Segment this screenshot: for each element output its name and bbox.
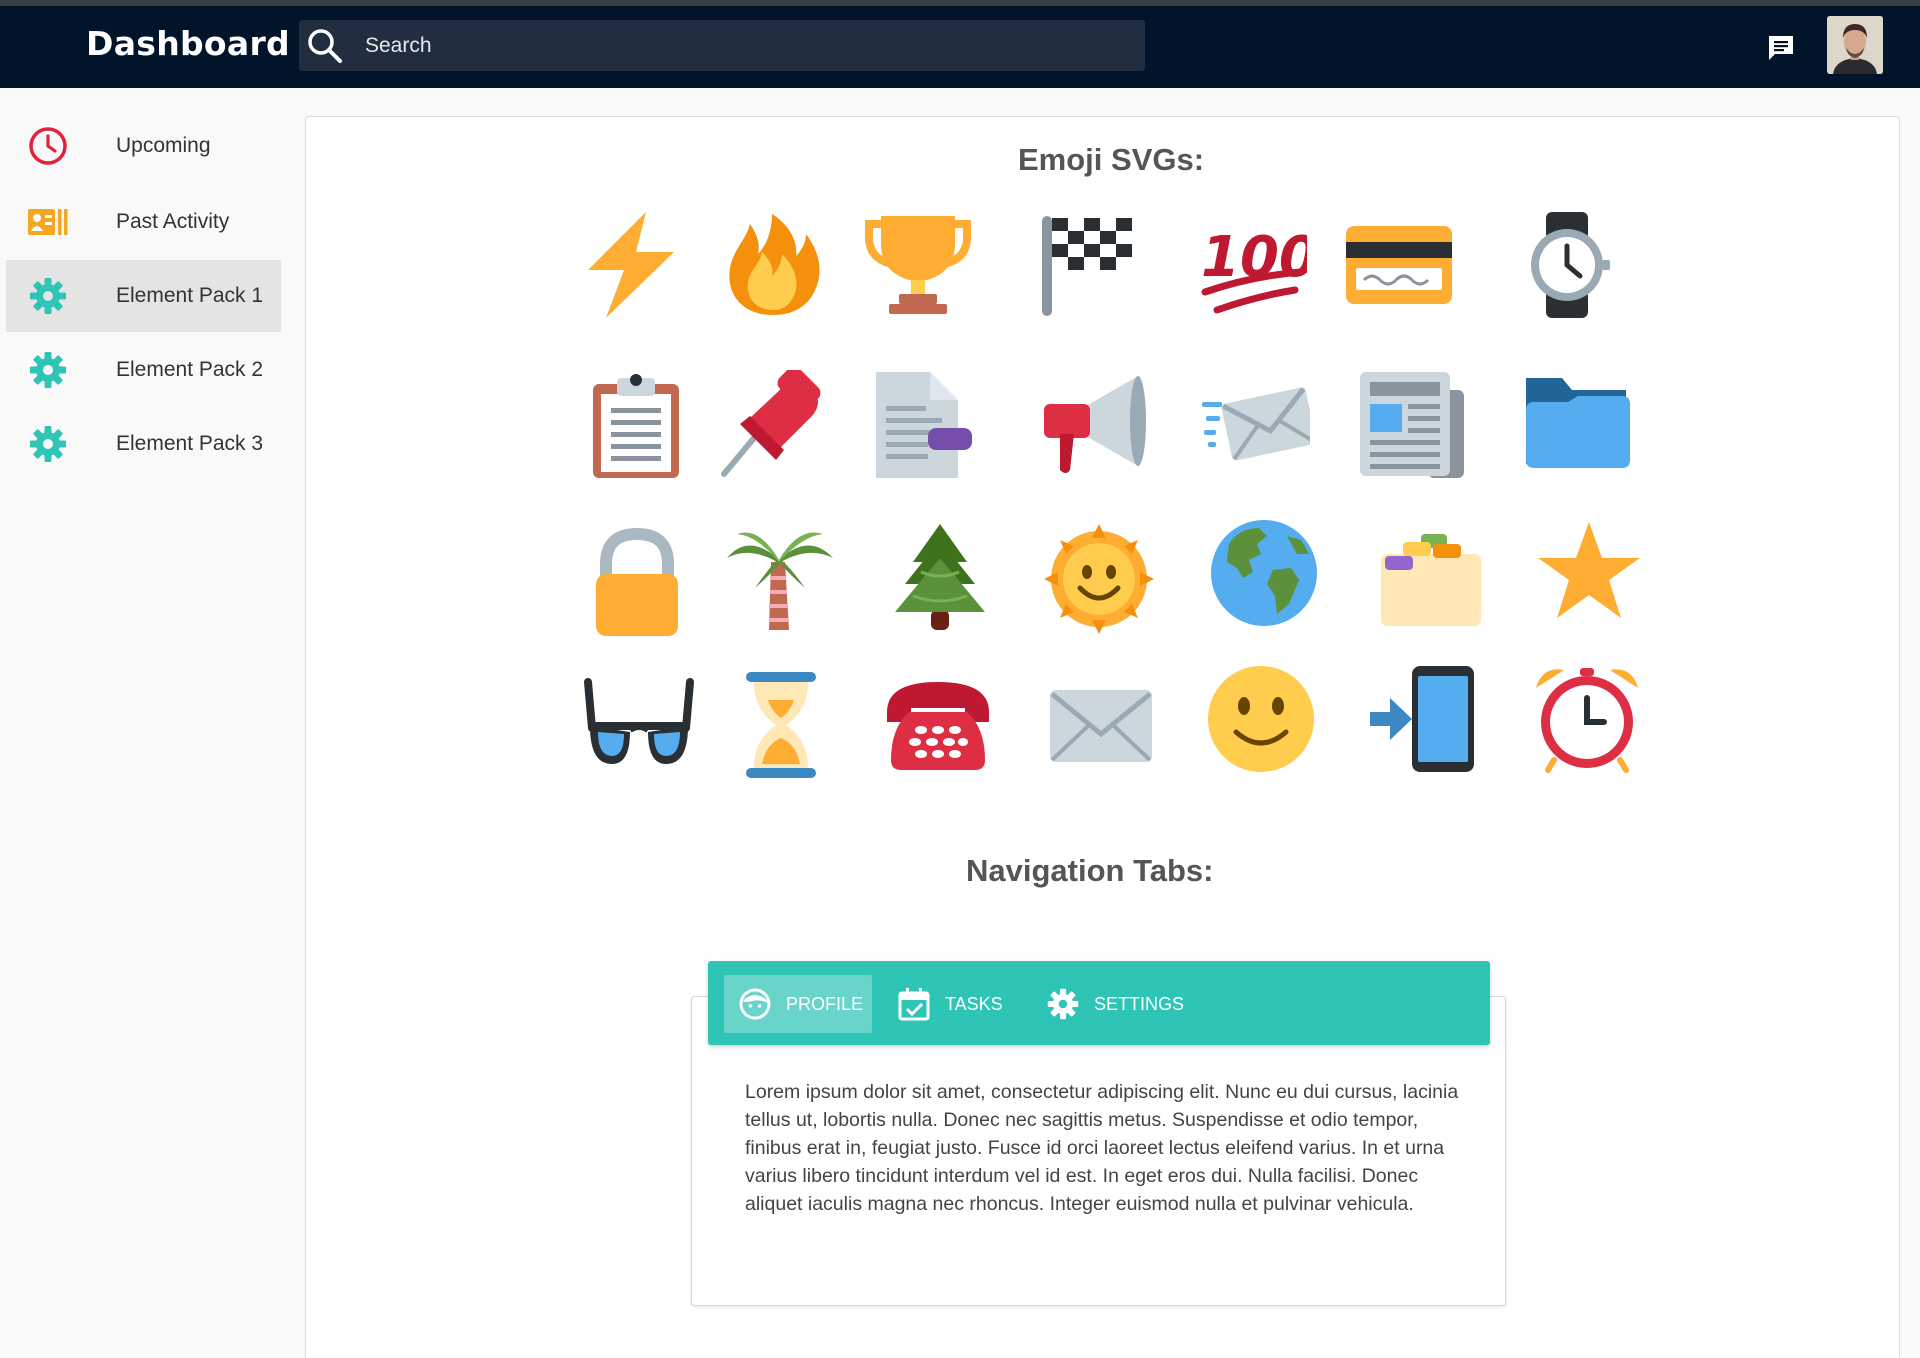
fire-icon	[729, 214, 820, 315]
gear-icon	[30, 278, 66, 314]
hourglass-icon	[746, 672, 816, 778]
tabs-section-title: Navigation Tabs:	[966, 853, 1214, 888]
lock-icon	[596, 528, 678, 636]
trophy-icon	[865, 216, 971, 314]
sun-icon	[1044, 524, 1154, 634]
clipboard-icon	[593, 374, 679, 478]
gear-icon	[1047, 988, 1079, 1020]
tab-profile[interactable]: Profile	[724, 975, 872, 1033]
hundred-points-icon: 100	[1201, 225, 1307, 314]
tab-tasks[interactable]: Tasks	[883, 975, 1011, 1033]
tab-label: Settings	[1094, 994, 1185, 1014]
envelope-icon	[1050, 690, 1152, 762]
clock-icon	[29, 127, 67, 165]
megaphone-icon	[1044, 376, 1146, 473]
checkered-flag-icon	[1042, 216, 1132, 316]
smiley-icon	[1208, 666, 1314, 772]
brand-title: Dashboard	[86, 24, 290, 63]
incoming-envelope-icon	[1202, 387, 1310, 461]
tab-label: Tasks	[945, 994, 1003, 1014]
activity-icon	[28, 209, 68, 235]
pushpin-icon	[721, 370, 821, 477]
gear-icon	[30, 426, 66, 462]
newspaper-icon	[1360, 372, 1464, 478]
tab-label: Profile	[786, 994, 864, 1014]
profile-face-icon	[739, 988, 771, 1020]
tab-bar: Profile Tasks Settings	[708, 961, 1490, 1045]
sidebar-item-label: Upcoming	[116, 134, 211, 157]
sidebar-item-element-pack-3[interactable]: Element Pack 3	[6, 408, 281, 480]
calendar-check-icon	[898, 988, 930, 1021]
phone-arrow-icon	[1370, 666, 1474, 772]
document-icon	[876, 372, 972, 478]
top-bar: Dashboard	[0, 6, 1920, 88]
globe-icon	[1211, 520, 1317, 626]
sidebar: Upcoming Past Activity Element Pack 1 El…	[0, 88, 300, 1358]
palm-tree-icon	[727, 532, 833, 630]
tab-content-text: Lorem ipsum dolor sit amet, consectetur …	[745, 1081, 1459, 1215]
credit-card-icon	[1346, 226, 1452, 304]
telephone-icon	[887, 682, 989, 770]
sidebar-item-label: Past Activity	[116, 210, 230, 233]
sidebar-item-element-pack-1[interactable]: Element Pack 1	[6, 260, 281, 332]
card-index-icon	[1381, 534, 1481, 626]
sidebar-item-label: Element Pack 3	[116, 432, 264, 455]
folder-icon	[1526, 378, 1630, 468]
sidebar-item-element-pack-2[interactable]: Element Pack 2	[6, 334, 281, 406]
alarm-clock-icon	[1536, 668, 1638, 773]
tab-settings[interactable]: Settings	[1032, 975, 1184, 1033]
search-icon[interactable]	[305, 26, 345, 66]
sidebar-item-label: Element Pack 1	[116, 284, 264, 307]
evergreen-tree-icon	[895, 524, 985, 630]
watch-icon	[1531, 212, 1610, 318]
glasses-icon	[584, 678, 694, 764]
sidebar-item-label: Element Pack 2	[116, 358, 264, 381]
chat-icon[interactable]	[1766, 33, 1796, 63]
gear-icon	[30, 352, 66, 388]
search-input[interactable]	[365, 20, 1125, 71]
lightning-icon	[588, 212, 674, 318]
star-icon	[1538, 522, 1640, 618]
sidebar-item-upcoming[interactable]: Upcoming	[6, 110, 281, 182]
emoji-section-title: Emoji SVGs:	[1018, 142, 1205, 177]
search-box[interactable]	[299, 20, 1145, 71]
avatar[interactable]	[1827, 16, 1883, 74]
sidebar-item-past-activity[interactable]: Past Activity	[6, 186, 281, 258]
